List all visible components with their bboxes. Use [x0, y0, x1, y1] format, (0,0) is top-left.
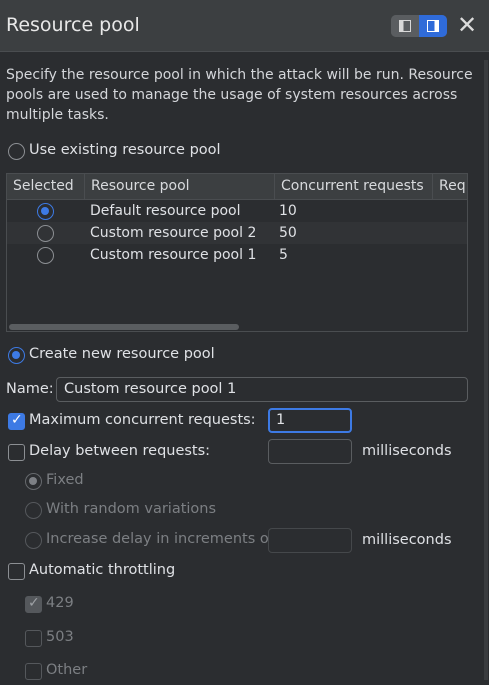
use-existing-radio[interactable]	[8, 143, 25, 160]
delay-increment-radio[interactable]	[25, 532, 42, 549]
concurrent-cell: 5	[279, 247, 288, 263]
column-header-resource-pool[interactable]: Resource pool	[85, 174, 275, 200]
layout-right-glyph	[427, 20, 439, 32]
throttle-503-label[interactable]: 503	[46, 629, 74, 645]
split-view-icon[interactable]	[391, 15, 447, 37]
throttle-429-label[interactable]: 429	[46, 595, 74, 611]
table-row[interactable]: Custom resource pool 2 50	[7, 222, 467, 244]
close-icon[interactable]: ✕	[456, 11, 478, 39]
max-concurrent-checkbox[interactable]: ✓	[8, 412, 25, 430]
concurrent-cell: 50	[279, 225, 297, 241]
delay-increment-label[interactable]: Increase delay in increments of	[46, 531, 274, 547]
name-label: Name:	[6, 381, 54, 397]
description-text: Specify the resource pool in which the a…	[6, 67, 473, 123]
layout-left-toggle[interactable]	[391, 15, 419, 37]
auto-throttling-checkbox[interactable]	[8, 563, 25, 580]
table-row[interactable]: Custom resource pool 1 5	[7, 244, 467, 266]
delay-input[interactable]	[268, 439, 352, 464]
max-concurrent-input[interactable]: 1	[268, 408, 352, 433]
throttle-other-label[interactable]: Other	[46, 662, 87, 678]
use-existing-label[interactable]: Use existing resource pool	[29, 142, 221, 158]
layout-left-glyph	[399, 20, 411, 32]
delay-label[interactable]: Delay between requests:	[29, 443, 210, 459]
resource-pool-table[interactable]: Selected Resource pool Concurrent reques…	[6, 173, 468, 332]
table-row[interactable]: Default resource pool 10	[7, 200, 467, 222]
auto-throttling-label[interactable]: Automatic throttling	[29, 562, 175, 578]
checkmark-icon: ✓	[28, 595, 40, 611]
row-select-radio[interactable]	[37, 247, 54, 264]
delay-fixed-label[interactable]: Fixed	[46, 472, 84, 488]
column-header-concurrent-requests[interactable]: Concurrent requests	[275, 174, 433, 200]
column-header-req[interactable]: Req	[433, 174, 467, 200]
name-input[interactable]: Custom resource pool 1	[56, 377, 468, 402]
delay-fixed-radio[interactable]	[25, 473, 42, 490]
delay-increment-unit-label: milliseconds	[362, 532, 452, 548]
panel-vertical-scrollbar[interactable]	[484, 60, 488, 680]
pool-name-cell: Default resource pool	[90, 203, 241, 219]
dialog-header: Resource pool ✕	[0, 0, 489, 52]
delay-unit-label: milliseconds	[362, 443, 452, 459]
dialog-title: Resource pool	[6, 14, 140, 36]
row-select-radio[interactable]	[37, 203, 54, 220]
pool-name-cell: Custom resource pool 2	[90, 225, 257, 241]
throttle-other-checkbox[interactable]	[25, 663, 42, 680]
row-select-radio[interactable]	[37, 225, 54, 242]
checkmark-icon: ✓	[11, 412, 23, 428]
throttle-503-checkbox[interactable]	[25, 630, 42, 647]
layout-right-toggle[interactable]	[419, 15, 447, 37]
max-concurrent-label[interactable]: Maximum concurrent requests:	[29, 412, 256, 428]
create-new-label[interactable]: Create new resource pool	[29, 346, 215, 362]
delay-increment-input[interactable]	[268, 528, 352, 553]
table-horizontal-scrollbar[interactable]	[9, 324, 239, 330]
create-new-radio[interactable]	[8, 347, 25, 364]
throttle-429-checkbox[interactable]: ✓	[25, 595, 42, 613]
delay-checkbox[interactable]	[8, 444, 25, 461]
column-header-selected[interactable]: Selected	[7, 174, 85, 200]
delay-random-radio[interactable]	[25, 502, 42, 519]
concurrent-cell: 10	[279, 203, 297, 219]
delay-random-label[interactable]: With random variations	[46, 501, 216, 517]
pool-name-cell: Custom resource pool 1	[90, 247, 257, 263]
